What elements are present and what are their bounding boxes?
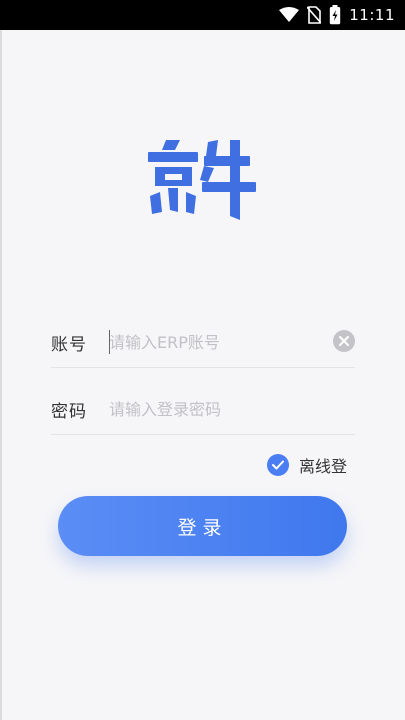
offline-login-label: 离线登 — [299, 457, 348, 476]
battery-charging-icon — [330, 5, 341, 25]
close-icon — [339, 336, 349, 346]
status-icons: 11:11 — [279, 0, 395, 30]
login-button[interactable]: 登录 — [58, 496, 347, 556]
offline-login-checkbox[interactable] — [267, 454, 289, 476]
status-bar: 11:11 — [0, 0, 405, 30]
brand-logo: 京牛 — [148, 140, 256, 220]
no-sim-icon — [307, 6, 322, 24]
text-cursor — [109, 330, 110, 354]
wifi-icon — [279, 7, 300, 22]
offline-login-toggle[interactable]: 离线登 — [267, 452, 347, 478]
account-row: 账号 — [51, 316, 355, 368]
frame-edge — [0, 30, 2, 720]
password-input[interactable] — [109, 395, 319, 423]
account-label: 账号 — [51, 335, 87, 355]
password-row: 密码 — [51, 383, 355, 435]
clear-input-button[interactable] — [333, 330, 355, 352]
status-time: 11:11 — [349, 6, 395, 24]
password-label: 密码 — [51, 402, 87, 422]
check-icon — [272, 460, 284, 470]
account-input[interactable] — [109, 328, 319, 356]
